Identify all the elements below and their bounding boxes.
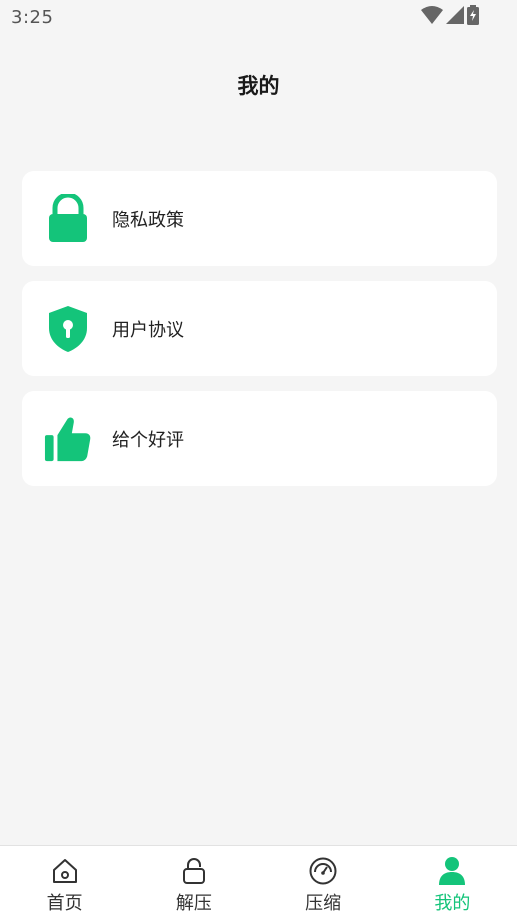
home-icon xyxy=(50,856,80,886)
battery-icon xyxy=(467,5,479,29)
page-title: 我的 xyxy=(237,74,280,98)
status-icons xyxy=(421,5,479,29)
menu-item-label: 用户协议 xyxy=(112,319,184,341)
shield-keyhole-icon xyxy=(44,303,92,355)
tab-compress[interactable]: 压缩 xyxy=(259,846,388,922)
tab-label: 首页 xyxy=(46,893,83,914)
wifi-icon xyxy=(421,6,443,28)
unlock-icon xyxy=(179,856,209,886)
menu-list: 隐私政策 用户协议 给个好评 xyxy=(22,171,497,501)
thumbs-up-icon xyxy=(44,413,92,465)
tab-decompress[interactable]: 解压 xyxy=(129,846,258,922)
gauge-icon xyxy=(308,856,338,886)
user-icon xyxy=(437,856,467,886)
menu-item-rate-us[interactable]: 给个好评 xyxy=(22,391,497,486)
menu-item-label: 给个好评 xyxy=(112,429,184,451)
bottom-tab-bar: 首页 解压 压缩 我的 xyxy=(0,845,517,922)
tab-mine[interactable]: 我的 xyxy=(388,846,517,922)
status-bar: 3:25 xyxy=(0,0,517,36)
menu-item-privacy-policy[interactable]: 隐私政策 xyxy=(22,171,497,266)
tab-home[interactable]: 首页 xyxy=(0,846,129,922)
status-time: 3:25 xyxy=(11,7,54,28)
menu-item-label: 隐私政策 xyxy=(112,209,184,231)
tab-label: 我的 xyxy=(434,893,471,914)
lock-icon xyxy=(44,193,92,245)
signal-icon xyxy=(446,6,464,28)
menu-item-user-agreement[interactable]: 用户协议 xyxy=(22,281,497,376)
tab-label: 压缩 xyxy=(305,893,342,914)
tab-label: 解压 xyxy=(175,893,212,914)
